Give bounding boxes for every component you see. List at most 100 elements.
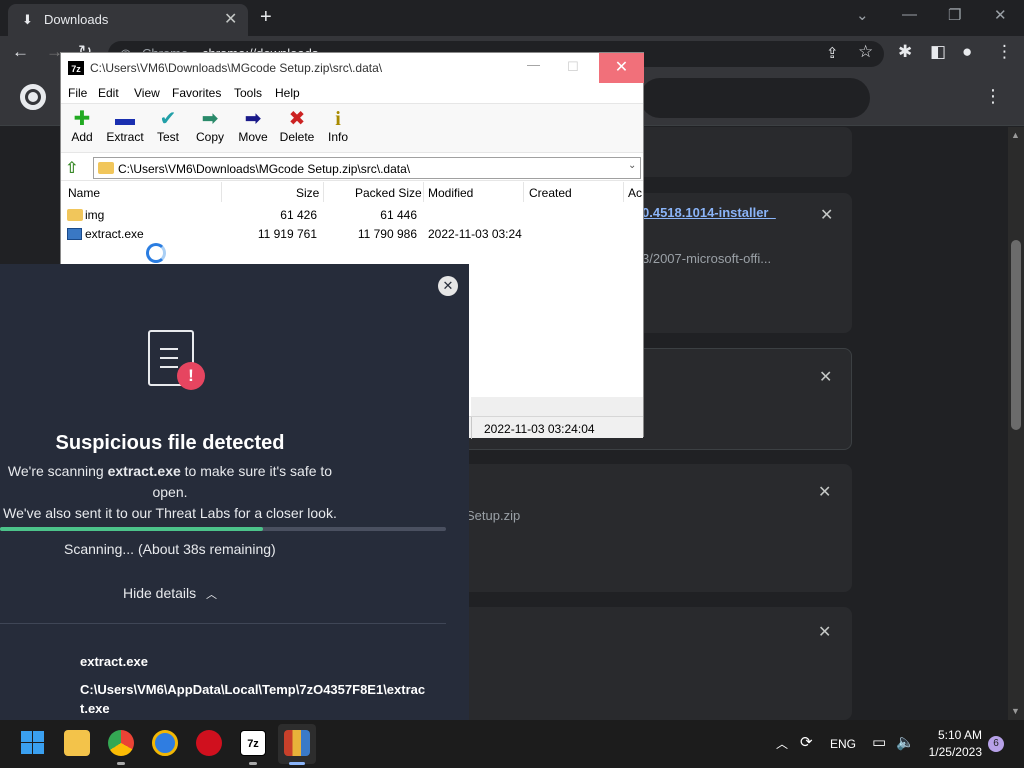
notification-badge[interactable]: 6 bbox=[988, 736, 1004, 752]
sevenzip-title: C:\Users\VM6\Downloads\MGcode Setup.zip\… bbox=[90, 61, 383, 75]
new-tab-icon[interactable]: + bbox=[260, 6, 272, 29]
copy-button[interactable]: ➡ Copy bbox=[193, 108, 227, 144]
minus-icon: ▬ bbox=[115, 108, 135, 130]
tab-search-icon[interactable]: ⌄ bbox=[856, 6, 869, 24]
start-icon[interactable] bbox=[20, 730, 46, 756]
folder-up-icon[interactable]: ⇧ bbox=[65, 158, 78, 178]
download-filename: Setup.zip bbox=[466, 508, 521, 523]
x-icon: ✖ bbox=[288, 108, 306, 130]
chevron-up-icon: ︿ bbox=[206, 589, 218, 601]
file-size: 61 426 bbox=[280, 208, 317, 222]
close-icon[interactable]: ✕ bbox=[438, 276, 458, 296]
divider bbox=[0, 623, 446, 624]
threat-description: We're scanning extract.exe to make sure … bbox=[3, 463, 337, 521]
scanned-file-path: C:\Users\VM6\AppData\Local\Temp\7zO4357F… bbox=[80, 682, 426, 716]
sevenzip-toolbar: ✚ Add ▬ Extract ✔ Test ➡ Copy ➡ Move ✖ Delete … bbox=[61, 103, 643, 153]
menu-edit[interactable]: Edit bbox=[98, 86, 119, 100]
sevenzip-taskbar-icon[interactable]: 7z bbox=[240, 730, 266, 756]
network-icon[interactable]: ▭ bbox=[872, 733, 886, 751]
side-panel-icon[interactable]: ◧ bbox=[930, 42, 946, 62]
chevron-down-icon[interactable]: ⌄ bbox=[628, 160, 636, 171]
status-modified: 2022-11-03 03:24:04 bbox=[484, 422, 595, 436]
volume-icon[interactable]: 🔈 bbox=[896, 733, 915, 751]
menu-file[interactable]: File bbox=[68, 86, 87, 100]
minimize-icon[interactable]: — bbox=[902, 6, 917, 23]
tab-close-icon[interactable]: ✕ bbox=[224, 9, 237, 29]
sevenzip-titlebar[interactable]: 7z C:\Users\VM6\Downloads\MGcode Setup.z… bbox=[61, 53, 644, 83]
hide-details-button[interactable]: Hide details ︿ bbox=[123, 585, 217, 602]
col-size[interactable]: Size bbox=[296, 186, 319, 200]
menu-view[interactable]: View bbox=[134, 86, 160, 100]
move-button[interactable]: ➡ Move bbox=[236, 108, 270, 144]
menu-help[interactable]: Help bbox=[275, 86, 300, 100]
col-name[interactable]: Name bbox=[68, 186, 100, 200]
check-icon: ✔ bbox=[159, 108, 177, 130]
language-indicator[interactable]: ENG bbox=[830, 737, 856, 751]
sevenzip-logo-icon: 7z bbox=[68, 61, 84, 75]
clock-date[interactable]: 1/25/2023 bbox=[922, 745, 982, 759]
add-button[interactable]: ✚ Add bbox=[67, 108, 97, 144]
download-icon: ⬇ bbox=[22, 12, 33, 27]
alert-icon: ! bbox=[177, 362, 205, 390]
col-attributes[interactable]: Ac bbox=[628, 186, 642, 200]
col-packed-size[interactable]: Packed Size bbox=[355, 186, 422, 200]
winrar-icon[interactable] bbox=[284, 730, 310, 756]
close-icon[interactable]: ✕ bbox=[599, 53, 644, 83]
sync-icon[interactable]: ⟳ bbox=[800, 733, 813, 751]
info-icon: i bbox=[335, 108, 341, 130]
back-icon[interactable]: ← bbox=[12, 42, 29, 62]
menu-tools[interactable]: Tools bbox=[234, 86, 262, 100]
file-row[interactable]: img 61 426 61 446 bbox=[61, 205, 643, 224]
file-modified: 2022-11-03 03:24 bbox=[428, 227, 522, 241]
remove-download-icon[interactable]: ✕ bbox=[819, 367, 832, 387]
close-window-icon[interactable]: ✕ bbox=[994, 6, 1007, 24]
downloads-search[interactable] bbox=[640, 78, 870, 118]
scanned-file-name: extract.exe bbox=[80, 654, 148, 669]
remove-download-icon[interactable]: ✕ bbox=[818, 482, 831, 502]
threat-heading: Suspicious file detected bbox=[55, 432, 285, 454]
delete-button[interactable]: ✖ Delete bbox=[277, 108, 317, 144]
download-card: ✕ bbox=[420, 607, 852, 720]
scan-progress-fill bbox=[0, 527, 264, 531]
downloads-menu-icon[interactable]: ⋮ bbox=[984, 86, 1002, 107]
maximize-icon[interactable]: ☐ bbox=[567, 59, 579, 75]
browser-taskbar-icon[interactable] bbox=[152, 730, 178, 756]
minimize-icon[interactable]: — bbox=[527, 57, 540, 72]
clock-time[interactable]: 5:10 AM bbox=[932, 728, 982, 742]
restore-icon[interactable]: ❐ bbox=[948, 6, 961, 24]
extensions-icon[interactable]: ✱ bbox=[898, 42, 912, 62]
info-button[interactable]: i Info bbox=[325, 108, 351, 144]
horizontal-scrollbar[interactable] bbox=[471, 397, 643, 416]
remove-download-icon[interactable]: ✕ bbox=[818, 622, 831, 642]
download-url: 3/2007-microsoft-offi... bbox=[642, 251, 772, 266]
download-link[interactable]: 0.4518.1014-installer_ bbox=[642, 205, 776, 220]
file-explorer-icon[interactable] bbox=[64, 730, 90, 756]
col-created[interactable]: Created bbox=[529, 186, 572, 200]
opera-icon[interactable] bbox=[196, 730, 222, 756]
tray-chevron-up-icon[interactable]: ︿ bbox=[776, 735, 788, 752]
arrow-right-icon: ➡ bbox=[201, 108, 219, 130]
col-modified[interactable]: Modified bbox=[428, 186, 473, 200]
test-button[interactable]: ✔ Test bbox=[153, 108, 183, 144]
sevenzip-addressbar: ⇧ C:\Users\VM6\Downloads\MGcode Setup.zi… bbox=[61, 153, 643, 181]
file-row[interactable]: extract.exe 11 919 761 11 790 986 2022-1… bbox=[61, 224, 643, 243]
path-combobox[interactable]: C:\Users\VM6\Downloads\MGcode Setup.zip\… bbox=[93, 157, 641, 179]
share-icon[interactable]: ⇪ bbox=[826, 44, 839, 62]
menu-icon[interactable]: ⋮ bbox=[996, 42, 1013, 62]
path-text: C:\Users\VM6\Downloads\MGcode Setup.zip\… bbox=[118, 162, 411, 176]
extract-button[interactable]: ▬ Extract bbox=[103, 108, 147, 144]
scroll-up-icon[interactable]: ▲ bbox=[1011, 130, 1020, 140]
tab-downloads[interactable]: ⬇ Downloads ✕ bbox=[8, 4, 248, 36]
chrome-taskbar-icon[interactable] bbox=[108, 730, 134, 756]
loading-spinner-icon bbox=[146, 243, 166, 263]
menu-favorites[interactable]: Favorites bbox=[172, 86, 221, 100]
scan-status: Scanning... (About 38s remaining) bbox=[64, 541, 276, 557]
profile-icon[interactable]: ● bbox=[962, 42, 972, 62]
bookmark-star-icon[interactable]: ☆ bbox=[858, 42, 873, 62]
folder-icon bbox=[67, 209, 83, 221]
scroll-down-icon[interactable]: ▼ bbox=[1011, 706, 1020, 716]
file-name: extract.exe bbox=[85, 227, 144, 241]
scrollbar-thumb[interactable] bbox=[1011, 240, 1021, 430]
download-card: Setup.zip ✕ bbox=[420, 464, 852, 592]
remove-download-icon[interactable]: ✕ bbox=[820, 205, 833, 225]
